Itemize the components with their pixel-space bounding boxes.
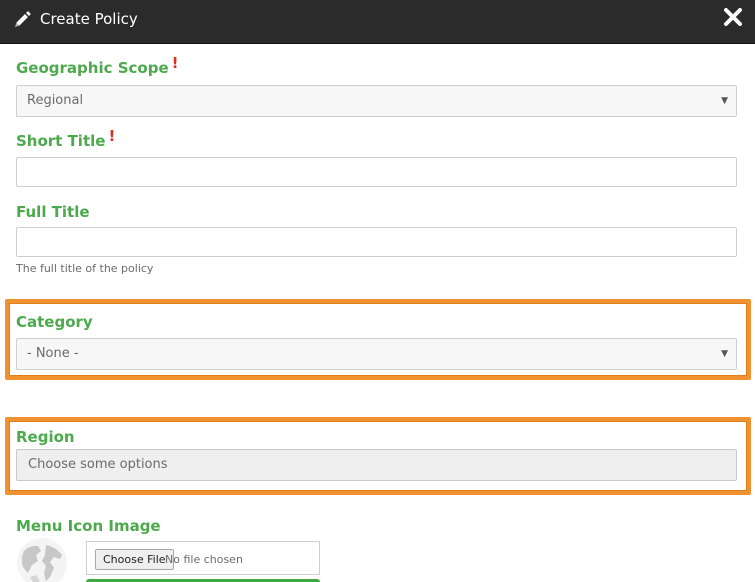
- full-title-label: Full Title: [16, 203, 90, 221]
- dialog-title: Create Policy: [40, 10, 138, 28]
- category-select[interactable]: - None - ▼: [16, 338, 737, 370]
- geographic-scope-label: Geographic Scope!: [16, 54, 178, 77]
- region-label: Region: [16, 428, 75, 446]
- dialog-titlebar: Create Policy: [0, 0, 755, 44]
- region-multiselect[interactable]: Choose some options: [16, 449, 737, 481]
- menu-icon-image-label: Menu Icon Image: [16, 517, 161, 535]
- file-upload-field: Choose File No file chosen: [86, 541, 320, 575]
- required-mark: !: [171, 54, 179, 72]
- file-status: No file chosen: [165, 553, 243, 566]
- short-title-input[interactable]: [16, 157, 737, 187]
- globe-icon: [17, 538, 67, 582]
- category-value: - None -: [27, 346, 79, 361]
- choose-file-button[interactable]: Choose File: [95, 549, 174, 570]
- chevron-down-icon: ▼: [721, 349, 728, 359]
- short-title-label-text: Short Title: [16, 132, 106, 150]
- geographic-scope-value: Regional: [27, 93, 84, 108]
- pencil-icon: [15, 11, 31, 27]
- geographic-scope-select[interactable]: Regional ▼: [16, 85, 737, 117]
- category-label: Category: [16, 313, 93, 331]
- region-placeholder: Choose some options: [28, 457, 168, 472]
- full-title-help: The full title of the policy: [16, 262, 154, 275]
- geographic-scope-label-text: Geographic Scope: [16, 59, 169, 77]
- chevron-down-icon: ▼: [721, 96, 728, 106]
- full-title-input[interactable]: [16, 227, 737, 257]
- required-mark: !: [108, 127, 116, 145]
- close-icon[interactable]: [722, 6, 744, 28]
- short-title-label: Short Title!: [16, 127, 115, 150]
